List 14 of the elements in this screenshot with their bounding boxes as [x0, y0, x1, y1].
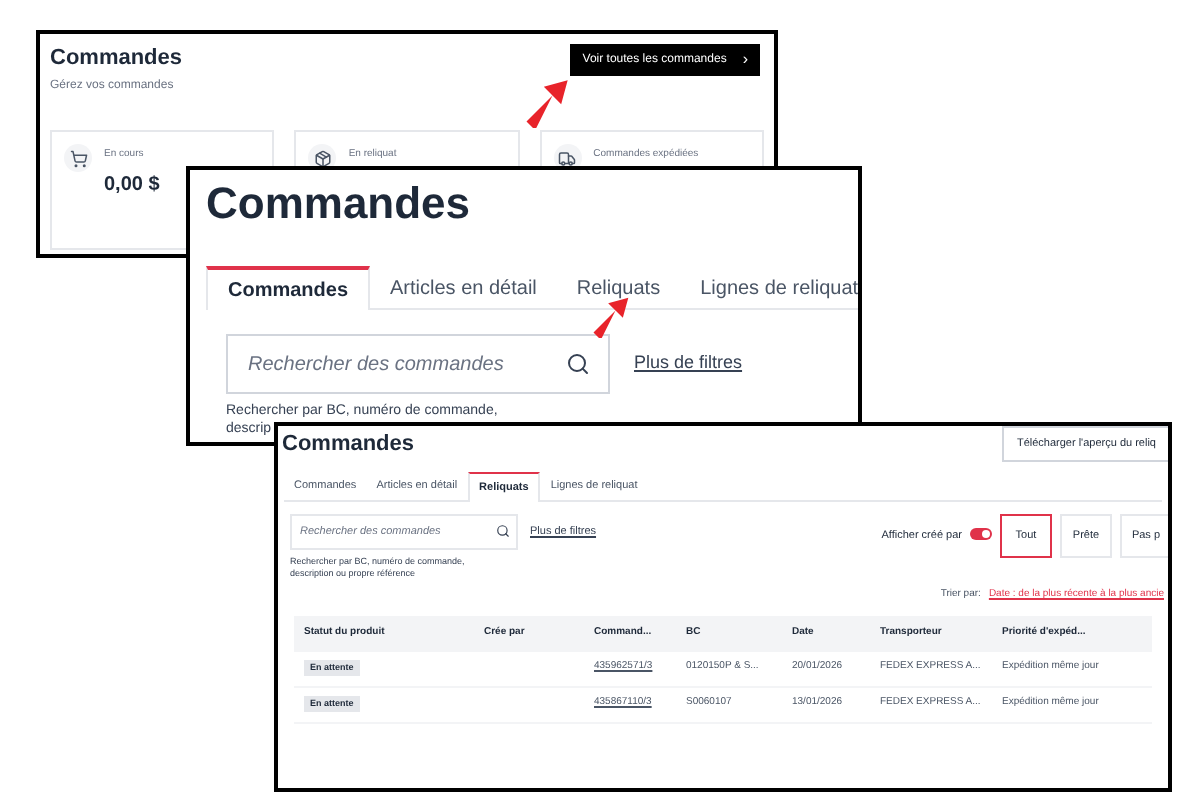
toggle-switch[interactable] [970, 528, 992, 540]
tab[interactable]: Commandes [206, 266, 371, 310]
card-value: 0,00 $ [104, 171, 160, 199]
more-filters-link[interactable]: Plus de filtres [634, 350, 743, 378]
cart-icon [64, 144, 92, 172]
search-field[interactable]: Rechercher des commandes [226, 334, 610, 394]
search-icon [496, 524, 510, 538]
overview-title: Commandes [50, 44, 183, 72]
tab[interactable]: Articles en détail [370, 266, 557, 310]
backorders-title: Commandes [282, 430, 415, 460]
orders-title: Commandes [206, 178, 473, 230]
tab[interactable]: Reliquats [556, 266, 681, 310]
tab[interactable]: Lignes de reliquat [680, 266, 858, 310]
search-icon [566, 352, 590, 376]
